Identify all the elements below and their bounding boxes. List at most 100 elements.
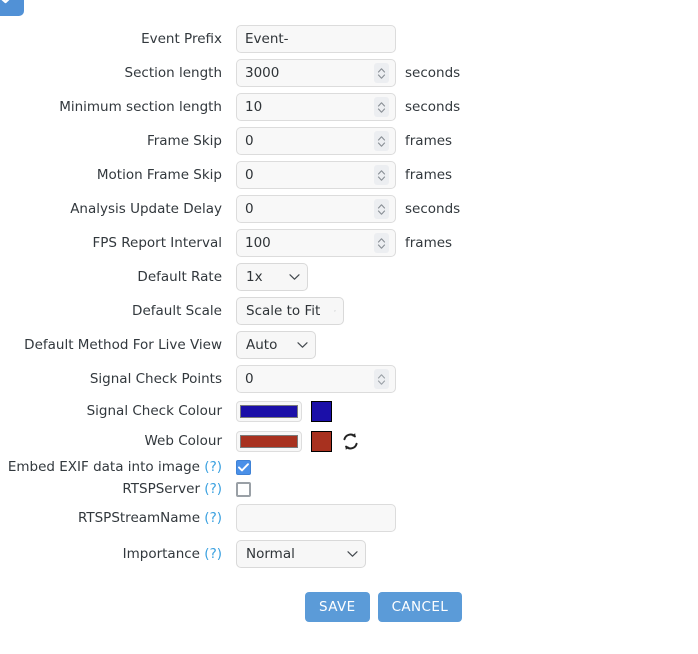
help-link-rtsp-stream-name[interactable]: (?) <box>204 510 222 526</box>
save-button[interactable]: SAVE <box>305 592 370 622</box>
colour-swatch-web[interactable] <box>311 430 332 452</box>
input-section-length-value: 3000 <box>245 65 280 81</box>
form-row-signal-check-colour: Signal Check Colour <box>0 396 698 426</box>
label-analysis-update-delay: Analysis Update Delay <box>70 200 222 217</box>
unit-motion-frame-skip: frames <box>405 167 453 183</box>
unit-minimum-section-length: seconds <box>405 99 461 115</box>
form-row-analysis-update-delay: Analysis Update Delay 0 seconds <box>0 192 698 226</box>
form-actions: SAVE CANCEL <box>305 592 698 622</box>
spinner-arrows-icon <box>377 237 386 249</box>
label-rtsp-stream-name-text: RTSPStreamName <box>77 509 200 526</box>
select-default-rate-value: 1x <box>246 269 263 285</box>
colour-field-web[interactable] <box>236 430 302 452</box>
label-motion-frame-skip: Motion Frame Skip <box>96 166 222 183</box>
unit-frame-skip: frames <box>405 133 453 149</box>
checkbox-rtsp-server[interactable] <box>236 481 251 497</box>
form-row-event-prefix: Event Prefix Event- <box>0 22 698 56</box>
check-icon <box>1 0 10 4</box>
chevron-down-icon <box>334 310 336 312</box>
label-rtsp-stream-name: RTSPStreamName (?) <box>0 510 236 526</box>
input-fps-report-interval-value: 100 <box>245 235 271 251</box>
label-minimum-section-length: Minimum section length <box>59 98 222 115</box>
select-default-method-live-view-value: Auto <box>246 337 278 353</box>
select-default-rate[interactable]: 1x <box>236 263 308 291</box>
input-fps-report-interval[interactable]: 100 <box>236 229 396 257</box>
spinner-analysis-update-delay[interactable] <box>374 199 389 219</box>
form-row-section-length: Section length 3000 seconds <box>0 56 698 90</box>
input-motion-frame-skip-value: 0 <box>245 167 254 183</box>
form-row-rtsp-stream-name: RTSPStreamName (?) <box>0 500 698 536</box>
monitor-settings-form: Event Prefix Event- Section length 3000 … <box>0 22 698 622</box>
input-signal-check-points[interactable]: 0 <box>236 365 396 393</box>
form-row-minimum-section-length: Minimum section length 10 seconds <box>0 90 698 124</box>
select-importance[interactable]: Normal <box>236 540 366 568</box>
select-importance-value: Normal <box>246 546 295 562</box>
spinner-section-length[interactable] <box>374 63 389 83</box>
spinner-arrows-icon <box>377 67 386 79</box>
spinner-arrows-icon <box>377 101 386 113</box>
label-fps-report-interval: FPS Report Interval <box>92 234 222 251</box>
label-rtsp-server-text: RTSPServer <box>122 480 200 497</box>
select-default-scale[interactable]: Scale to Fit <box>236 297 344 325</box>
top-blue-button[interactable] <box>0 0 24 16</box>
input-minimum-section-length-value: 10 <box>245 99 263 115</box>
label-section-length: Section length <box>124 64 222 81</box>
select-default-method-live-view[interactable]: Auto <box>236 331 316 359</box>
input-event-prefix[interactable]: Event- <box>236 25 396 53</box>
form-row-default-scale: Default Scale Scale to Fit <box>0 294 698 328</box>
form-row-motion-frame-skip: Motion Frame Skip 0 frames <box>0 158 698 192</box>
input-minimum-section-length[interactable]: 10 <box>236 93 396 121</box>
spinner-arrows-icon <box>377 135 386 147</box>
label-default-method-live-view: Default Method For Live View <box>24 336 222 353</box>
select-default-scale-value: Scale to Fit <box>246 303 321 319</box>
colour-picker-web[interactable] <box>236 430 360 452</box>
spinner-arrows-icon <box>377 169 386 181</box>
form-row-default-method-live-view: Default Method For Live View Auto <box>0 328 698 362</box>
input-rtsp-stream-name[interactable] <box>236 504 396 532</box>
form-row-embed-exif: Embed EXIF data into image (?) <box>0 456 698 478</box>
cancel-button[interactable]: CANCEL <box>377 592 463 622</box>
spinner-frame-skip[interactable] <box>374 131 389 151</box>
check-icon <box>238 462 249 471</box>
help-link-rtsp-server[interactable]: (?) <box>204 481 222 497</box>
label-signal-check-colour: Signal Check Colour <box>86 402 222 419</box>
form-row-fps-report-interval: FPS Report Interval 100 frames <box>0 226 698 260</box>
sync-icon[interactable] <box>341 432 360 451</box>
input-motion-frame-skip[interactable]: 0 <box>236 161 396 189</box>
unit-section-length: seconds <box>405 65 461 81</box>
spinner-signal-check-points[interactable] <box>374 369 389 389</box>
label-embed-exif-text: Embed EXIF data into image <box>7 458 200 475</box>
colour-bar-web <box>240 434 298 448</box>
help-link-embed-exif[interactable]: (?) <box>204 459 222 475</box>
unit-analysis-update-delay: seconds <box>405 201 461 217</box>
label-importance: Importance (?) <box>0 546 236 562</box>
colour-picker-signal-check[interactable] <box>236 400 332 422</box>
colour-bar-signal-check <box>240 404 298 418</box>
checkbox-embed-exif[interactable] <box>236 459 251 475</box>
input-signal-check-points-value: 0 <box>245 371 254 387</box>
label-importance-text: Importance <box>122 545 200 562</box>
chevron-down-icon <box>347 551 358 557</box>
colour-swatch-signal-check[interactable] <box>311 400 332 422</box>
unit-fps-report-interval: frames <box>405 235 453 251</box>
spinner-fps-report-interval[interactable] <box>374 233 389 253</box>
input-frame-skip[interactable]: 0 <box>236 127 396 155</box>
chevron-down-icon <box>289 274 300 280</box>
label-web-colour: Web Colour <box>144 432 222 449</box>
label-rtsp-server: RTSPServer (?) <box>0 481 236 497</box>
spinner-motion-frame-skip[interactable] <box>374 165 389 185</box>
help-link-importance[interactable]: (?) <box>204 546 222 562</box>
form-row-default-rate: Default Rate 1x <box>0 260 698 294</box>
form-row-importance: Importance (?) Normal <box>0 536 698 572</box>
input-section-length[interactable]: 3000 <box>236 59 396 87</box>
input-frame-skip-value: 0 <box>245 133 254 149</box>
label-event-prefix: Event Prefix <box>141 30 222 47</box>
colour-field-signal-check[interactable] <box>236 400 302 422</box>
input-event-prefix-value: Event- <box>245 31 289 47</box>
form-row-frame-skip: Frame Skip 0 frames <box>0 124 698 158</box>
input-analysis-update-delay[interactable]: 0 <box>236 195 396 223</box>
spinner-arrows-icon <box>377 373 386 385</box>
spinner-minimum-section-length[interactable] <box>374 97 389 117</box>
input-analysis-update-delay-value: 0 <box>245 201 254 217</box>
label-embed-exif: Embed EXIF data into image (?) <box>0 459 236 475</box>
